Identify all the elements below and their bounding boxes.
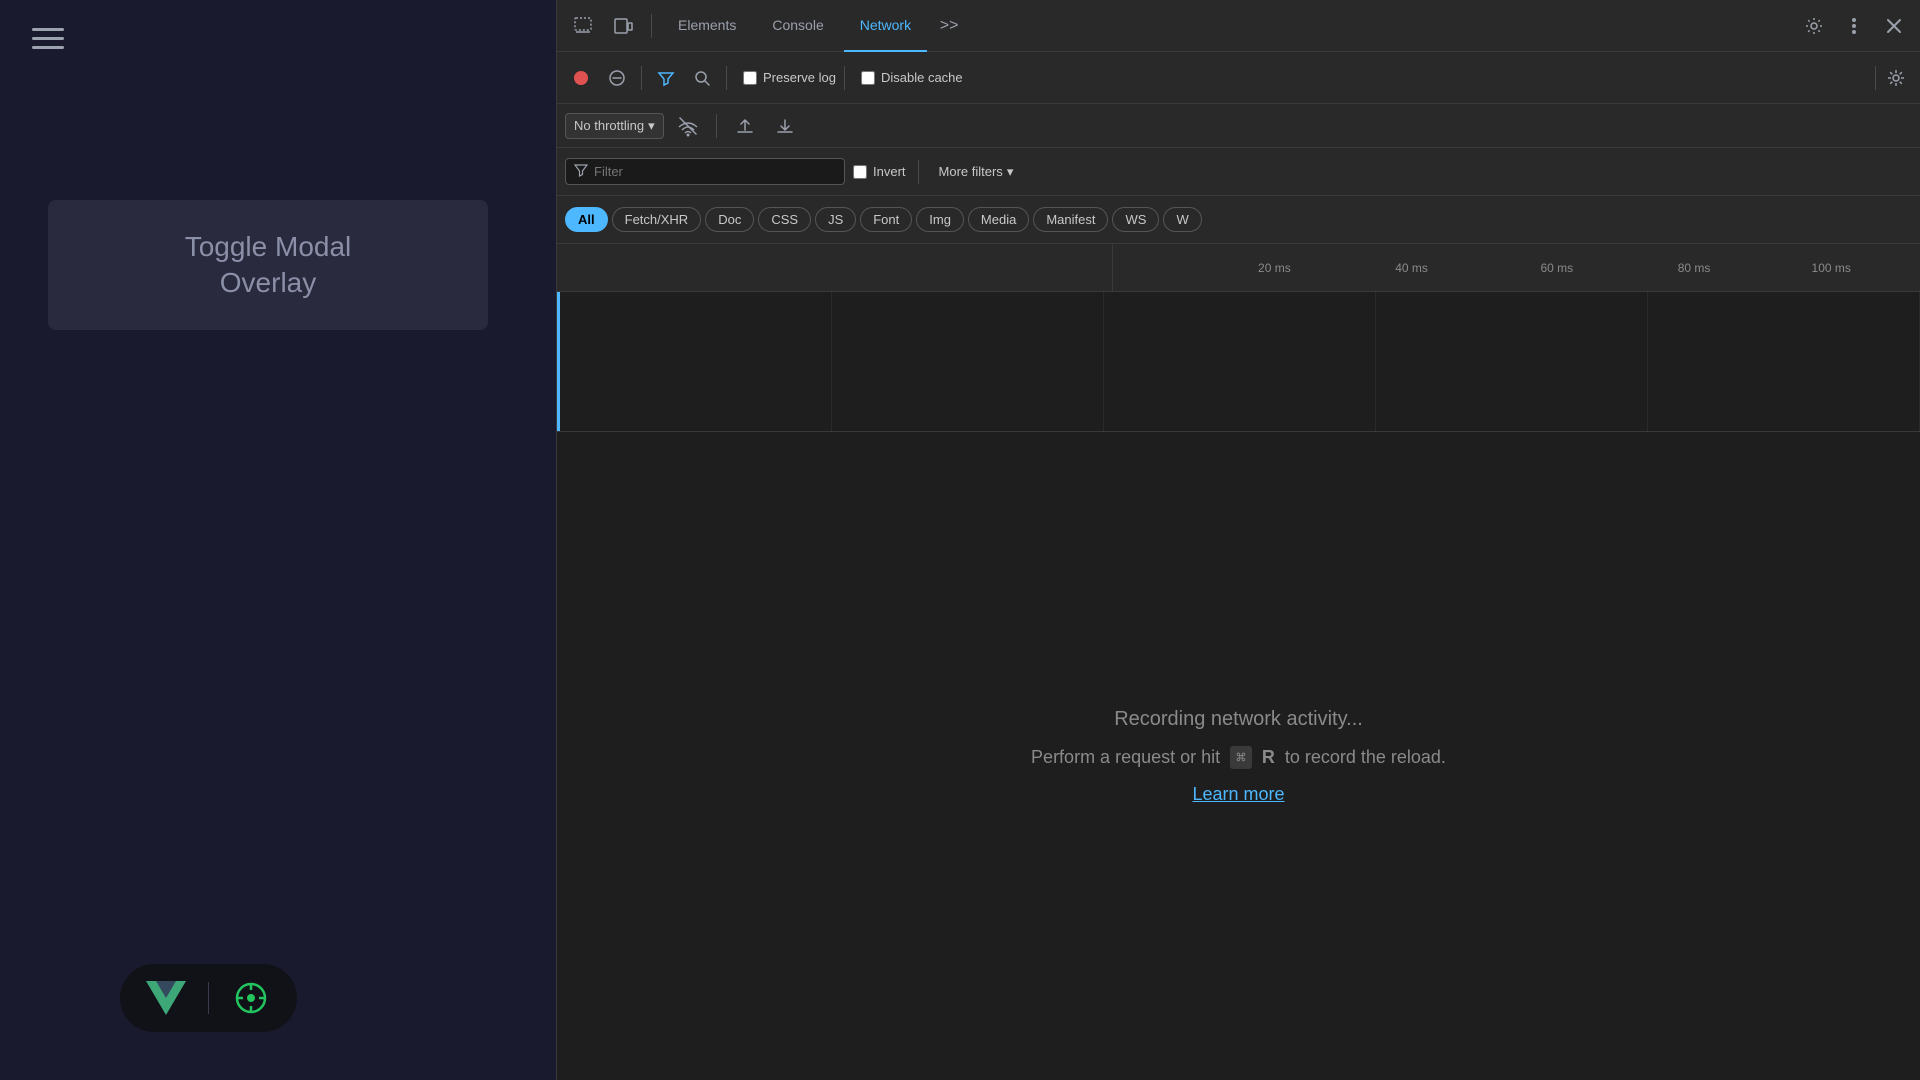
preserve-log-group: Preserve log xyxy=(743,70,836,85)
chip-all[interactable]: All xyxy=(565,207,608,232)
devtools-toolbar-row1: Preserve log Disable cache xyxy=(557,52,1920,104)
left-panel: Toggle ModalOverlay xyxy=(0,0,556,1080)
devtools-filter-row: Invert More filters ▾ xyxy=(557,148,1920,196)
crosshair-icon[interactable] xyxy=(229,976,273,1020)
learn-more-link[interactable]: Learn more xyxy=(1192,784,1284,805)
toolbar-separator-4 xyxy=(1875,66,1876,90)
chip-js[interactable]: JS xyxy=(815,207,856,232)
more-filters-button[interactable]: More filters ▾ xyxy=(931,160,1022,184)
hamburger-line-2 xyxy=(32,37,64,40)
tab-separator-1 xyxy=(651,14,652,38)
clear-button[interactable] xyxy=(601,62,633,94)
chip-media[interactable]: Media xyxy=(968,207,1029,232)
settings-button[interactable] xyxy=(1796,8,1832,44)
invert-group: Invert xyxy=(853,164,906,179)
device-toggle-button[interactable] xyxy=(605,8,641,44)
invert-label[interactable]: Invert xyxy=(873,164,906,179)
grid-cell-5 xyxy=(1648,292,1920,431)
kebab-menu-button[interactable] xyxy=(1836,8,1872,44)
chip-ws[interactable]: WS xyxy=(1112,207,1159,232)
chip-w[interactable]: W xyxy=(1163,207,1201,232)
chip-font[interactable]: Font xyxy=(860,207,912,232)
devtools-panel: Elements Console Network >> xyxy=(556,0,1920,1080)
filter-button[interactable] xyxy=(650,62,682,94)
shortcut-r-key: R xyxy=(1262,747,1275,767)
chip-manifest[interactable]: Manifest xyxy=(1033,207,1108,232)
grid-cell-2 xyxy=(832,292,1104,431)
import-har-button[interactable] xyxy=(729,110,761,142)
invert-checkbox[interactable] xyxy=(853,165,867,179)
vuejs-logo[interactable] xyxy=(144,976,188,1020)
filter-separator xyxy=(918,160,919,184)
toolbar-separator-5 xyxy=(716,114,717,138)
devtools-toolbar-row2: No throttling ▾ xyxy=(557,104,1920,148)
tab-network[interactable]: Network xyxy=(844,0,927,52)
filter-input[interactable] xyxy=(594,164,836,179)
preserve-log-label[interactable]: Preserve log xyxy=(763,70,836,85)
search-button[interactable] xyxy=(686,62,718,94)
disable-cache-group: Disable cache xyxy=(861,70,963,85)
timeline-left-spacer xyxy=(557,244,1113,291)
tab-more-button[interactable]: >> xyxy=(931,8,967,44)
record-button[interactable] xyxy=(565,62,597,94)
bottom-bar xyxy=(120,964,297,1032)
type-filter-bar: All Fetch/XHR Doc CSS JS Font Img Media … xyxy=(557,196,1920,244)
devtools-topbar: Elements Console Network >> xyxy=(557,0,1920,52)
preserve-log-checkbox[interactable] xyxy=(743,71,757,85)
timeline-header: 20 ms 40 ms 60 ms 80 ms 100 ms xyxy=(557,244,1920,292)
inspect-element-button[interactable] xyxy=(565,8,601,44)
throttle-selector[interactable]: No throttling ▾ xyxy=(565,113,664,139)
grid-cell-3 xyxy=(1104,292,1376,431)
tab-elements[interactable]: Elements xyxy=(662,0,752,52)
network-settings-button[interactable] xyxy=(1880,62,1912,94)
hamburger-line-3 xyxy=(32,46,64,49)
disable-cache-checkbox[interactable] xyxy=(861,71,875,85)
tab-console[interactable]: Console xyxy=(756,0,839,52)
network-timeline-area xyxy=(557,292,1920,432)
disable-cache-label[interactable]: Disable cache xyxy=(881,70,963,85)
hamburger-menu[interactable] xyxy=(32,28,64,49)
chip-fetch-xhr[interactable]: Fetch/XHR xyxy=(612,207,702,232)
network-conditions-button[interactable] xyxy=(672,110,704,142)
chip-doc[interactable]: Doc xyxy=(705,207,754,232)
cmd-key: ⌘ xyxy=(1230,746,1252,769)
tick-40ms: 40 ms xyxy=(1395,261,1428,275)
chip-css[interactable]: CSS xyxy=(758,207,811,232)
toggle-modal-label: Toggle ModalOverlay xyxy=(185,229,352,302)
grid-cell-1 xyxy=(560,292,832,431)
filter-input-wrapper xyxy=(565,158,845,185)
bottom-bar-divider xyxy=(208,982,209,1014)
network-content-area: Recording network activity... Perform a … xyxy=(557,432,1920,1080)
close-devtools-button[interactable] xyxy=(1876,8,1912,44)
toggle-modal-card[interactable]: Toggle ModalOverlay xyxy=(48,200,488,330)
network-empty-state: Recording network activity... Perform a … xyxy=(557,432,1920,1080)
tick-20ms: 20 ms xyxy=(1258,261,1291,275)
tick-100ms: 100 ms xyxy=(1812,261,1851,275)
topbar-right xyxy=(1796,8,1912,44)
export-har-button[interactable] xyxy=(769,110,801,142)
hamburger-line-1 xyxy=(32,28,64,31)
grid-cell-4 xyxy=(1376,292,1648,431)
perform-request-text: Perform a request or hit ⌘ R to record t… xyxy=(1031,747,1446,768)
timeline-grid-area xyxy=(560,292,1920,431)
toolbar-separator-3 xyxy=(844,66,845,90)
toolbar-separator-2 xyxy=(726,66,727,90)
recording-status-text: Recording network activity... xyxy=(1114,708,1363,731)
chip-img[interactable]: Img xyxy=(916,207,964,232)
tick-60ms: 60 ms xyxy=(1541,261,1574,275)
tick-80ms: 80 ms xyxy=(1678,261,1711,275)
filter-funnel-icon xyxy=(574,163,588,180)
toolbar-separator-1 xyxy=(641,66,642,90)
toolbar-right xyxy=(1871,62,1912,94)
